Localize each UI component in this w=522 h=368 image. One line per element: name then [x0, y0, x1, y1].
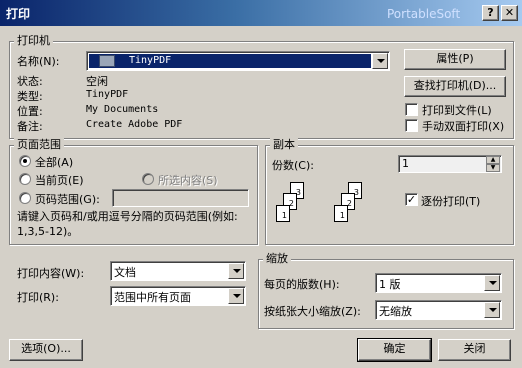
- copies-count-label: 份数(C):: [272, 159, 314, 172]
- options-button[interactable]: 选项(O)...: [9, 339, 83, 361]
- chevron-down-icon[interactable]: [484, 275, 500, 291]
- copies-count-value: 1: [402, 157, 409, 170]
- pages-per-sheet-label: 每页的版数(H):: [264, 278, 340, 291]
- close-button[interactable]: 关闭: [438, 339, 511, 361]
- properties-button[interactable]: 属性(P): [404, 49, 506, 70]
- print-what-label: 打印内容(W):: [17, 267, 85, 280]
- status-value: 空闲: [86, 75, 108, 88]
- type-label: 类型:: [17, 90, 43, 103]
- chevron-down-icon[interactable]: [228, 263, 244, 279]
- copies-count-input[interactable]: 1 ▲ ▼: [398, 155, 502, 173]
- range-all-label[interactable]: 全部(A): [35, 154, 73, 170]
- chevron-down-icon[interactable]: [228, 288, 244, 304]
- window-title: 打印: [6, 7, 31, 21]
- where-value: My Documents: [86, 104, 159, 115]
- ok-button[interactable]: 确定: [357, 338, 432, 362]
- chevron-down-icon[interactable]: [372, 53, 388, 69]
- zoom-legend: 缩放: [263, 252, 291, 266]
- scale-label: 按纸张大小缩放(Z):: [264, 305, 361, 318]
- where-label: 位置:: [17, 105, 43, 118]
- range-selection-label[interactable]: 所选内容(S): [158, 172, 218, 188]
- manual-duplex-checkbox[interactable]: [405, 119, 418, 132]
- collate-page-icon: 1: [334, 205, 348, 222]
- find-printer-button[interactable]: 查找打印机(D)...: [404, 76, 506, 97]
- collate-checkbox[interactable]: ✓: [405, 193, 418, 206]
- print-option-select[interactable]: 范围中所有页面: [110, 286, 246, 306]
- range-pages-label[interactable]: 页码范围(G):: [35, 191, 100, 207]
- window-brand: PortableSoft: [387, 7, 461, 21]
- range-all-radio[interactable]: [19, 155, 31, 167]
- spin-up-icon[interactable]: ▲: [486, 156, 500, 164]
- scale-value: 无缩放: [379, 305, 412, 318]
- print-option-value: 范围中所有页面: [114, 291, 191, 304]
- scale-select[interactable]: 无缩放: [375, 300, 502, 320]
- printer-name-select[interactable]: TinyPDF: [86, 51, 390, 71]
- manual-duplex-label[interactable]: 手动双面打印(X): [422, 118, 504, 134]
- type-value: TinyPDF: [86, 89, 129, 100]
- comment-label: 备注:: [17, 120, 43, 133]
- status-label: 状态:: [17, 75, 43, 88]
- page-range-hint: 请键入页码和/或用逗号分隔的页码范围(例如: 1,3,5-12)。: [17, 210, 238, 238]
- printer-icon: [99, 55, 115, 67]
- pages-per-sheet-select[interactable]: 1 版: [375, 273, 502, 293]
- copies-legend: 副本: [270, 138, 298, 152]
- help-button[interactable]: ?: [482, 5, 499, 21]
- print-what-value: 文档: [114, 266, 136, 279]
- page-range-input[interactable]: [112, 189, 249, 207]
- collate-page-icon: 1: [276, 205, 290, 222]
- comment-value: Create Adobe PDF: [86, 119, 183, 130]
- printer-name-label: 名称(N):: [17, 55, 60, 68]
- range-pages-radio[interactable]: [19, 192, 31, 204]
- close-window-button[interactable]: ✕: [501, 5, 518, 21]
- page-range-legend: 页面范围: [14, 138, 64, 152]
- pages-per-sheet-value: 1 版: [379, 278, 401, 291]
- print-to-file-label[interactable]: 打印到文件(L): [422, 102, 492, 118]
- printer-name-value: TinyPDF: [129, 55, 172, 66]
- range-selection-radio[interactable]: [142, 173, 154, 185]
- chevron-down-icon[interactable]: [484, 302, 500, 318]
- printer-legend: 打印机: [14, 34, 53, 48]
- print-option-label: 打印(R):: [17, 291, 59, 304]
- spin-down-icon[interactable]: ▼: [486, 164, 500, 172]
- print-what-select[interactable]: 文档: [110, 261, 246, 281]
- collate-label[interactable]: 逐份打印(T): [421, 193, 480, 209]
- range-current-radio[interactable]: [19, 173, 31, 185]
- print-to-file-checkbox[interactable]: [405, 103, 418, 116]
- range-current-label[interactable]: 当前页(E): [35, 172, 84, 188]
